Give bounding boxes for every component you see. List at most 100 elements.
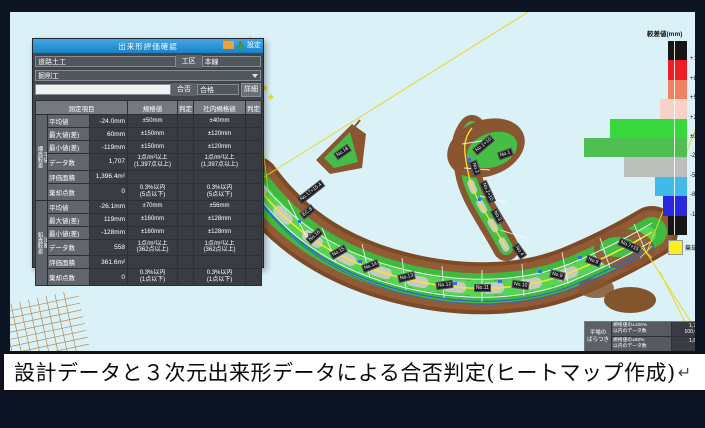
- table-cell: 1,707: [90, 154, 128, 171]
- reject-point-swatch: [668, 240, 683, 255]
- table-cell: [178, 226, 194, 239]
- legend-tick: +100: [690, 56, 695, 62]
- table-cell: [194, 170, 246, 183]
- legend-band: [668, 60, 687, 79]
- legend-tick: +50: [690, 95, 695, 101]
- table-cell: [178, 183, 194, 200]
- legend-band: [668, 177, 687, 196]
- table-cell: [246, 256, 262, 269]
- stats-row: 規格値の±100% 以内のデータ数1,707100.0%: [612, 322, 695, 337]
- section-label: 工区: [176, 55, 202, 68]
- export-folder-icon[interactable]: [223, 41, 234, 49]
- table-cell: [178, 128, 194, 141]
- detail-button[interactable]: 詳細: [241, 83, 261, 97]
- table-cell: 平均値: [48, 115, 90, 128]
- tin-mesh: [10, 289, 90, 351]
- evaluation-dialog: 出来形評価確認 設定 道路土工 工区 本線 掘削工: [32, 38, 264, 268]
- legend-band: [668, 157, 687, 176]
- table-cell: [178, 115, 194, 128]
- return-mark-icon: ↵: [678, 363, 691, 382]
- measurement-table-body: 平場 標高較差平均値-24.0mm±50mm±40mm最大値(差)60mm±15…: [36, 115, 262, 286]
- table-row: 最小値(差)-119mm±150mm±120mm: [36, 141, 262, 154]
- table-cell: ±120mm: [194, 128, 246, 141]
- legend-color-bar: [668, 41, 687, 235]
- table-cell: [246, 213, 262, 226]
- stats-row-label: 規格値の±100% 以内のデータ数: [612, 322, 672, 336]
- legend-band: [668, 99, 687, 118]
- work-type-field[interactable]: 道路土工: [35, 56, 176, 67]
- caption-bar: 設計データと３次元出来形データによる合否判定(ヒートマップ作成) ↵: [2, 352, 705, 392]
- heatmap-legend: 較差値(mm) 棄却点 +100+80+50+20±0-20-50-80-100: [646, 28, 695, 263]
- settings-button[interactable]: 設定: [247, 40, 261, 50]
- stats-rows: 規格値の±100% 以内のデータ数1,707100.0%規格値の±50% 以内の…: [612, 322, 695, 351]
- pass-fail-label: 合否: [171, 83, 197, 96]
- group-label: 法面 鉛直較差: [36, 200, 48, 286]
- table-cell: -26.1mm: [90, 200, 128, 213]
- table-cell: [178, 154, 194, 171]
- dialog-titlebar[interactable]: 出来形評価確認 設定: [33, 39, 263, 53]
- table-cell: [246, 269, 262, 286]
- table-row: 最小値(差)-128mm±160mm ±128mm: [36, 226, 262, 239]
- table-cell: 0.3%以内 (1点以下): [128, 269, 178, 286]
- legend-tick: -50: [690, 173, 695, 179]
- table-cell: 60mm: [90, 128, 128, 141]
- table-cell: ±128mm: [194, 226, 246, 239]
- table-cell: ±160mm: [128, 226, 178, 239]
- histogram-bar: [584, 138, 668, 157]
- header-spec: 規格値: [128, 101, 178, 115]
- header-internal-spec: 社内規格値: [194, 101, 246, 115]
- table-cell: [246, 141, 262, 154]
- table-cell: 361.6m²: [90, 256, 128, 269]
- table-cell: ±120mm: [194, 141, 246, 154]
- table-cell: -24.0mm: [90, 115, 128, 128]
- table-cell: [178, 213, 194, 226]
- table-cell: 最小値(差): [48, 141, 90, 154]
- table-cell: ±128mm: [194, 213, 246, 226]
- table-cell: ±40mm: [194, 115, 246, 128]
- table-cell: ±56mm: [194, 200, 246, 213]
- legend-tick: +20: [690, 115, 695, 121]
- histogram-bar: [610, 119, 668, 138]
- legend-band: [668, 216, 687, 235]
- table-cell: [246, 239, 262, 256]
- table-cell: [178, 256, 194, 269]
- table-cell: 119mm: [90, 213, 128, 226]
- stats-side-label: 平場の ばらつき: [585, 322, 612, 351]
- stats-row-value: 1,707100.0%: [672, 322, 695, 336]
- table-cell: 平均値: [48, 200, 90, 213]
- table-row: データ数5581点/m²以上 (362点以上)1点/m²以上 (362点以上): [36, 239, 262, 256]
- table-cell: 558: [90, 239, 128, 256]
- table-cell: [246, 154, 262, 171]
- legend-band: [668, 138, 687, 157]
- measurement-table: 測定項目 規格値 判定 社内規格値 判定 平場 標高較差平均値-24.0mm±5…: [35, 100, 262, 286]
- table-cell: [246, 170, 262, 183]
- table-row: 棄却点数00.3%以内 (1点以下)0.3%以内 (1点以下): [36, 269, 262, 286]
- legend-band: [668, 119, 687, 138]
- table-row: 最大値(差)119mm±160mm±128mm: [36, 213, 262, 226]
- table-cell: -119mm: [90, 141, 128, 154]
- category-dropdown[interactable]: 掘削工: [35, 70, 261, 81]
- station-input[interactable]: [35, 84, 171, 95]
- table-cell: 最小値(差): [48, 226, 90, 239]
- legend-tick: ±0: [690, 134, 695, 140]
- table-cell: [128, 256, 178, 269]
- header-item: 測定項目: [36, 101, 128, 115]
- app-viewport[interactable]: No.17+15.4EC.8No.16No.15No.14No.13No.12N…: [10, 12, 695, 351]
- chevron-down-icon[interactable]: [252, 74, 258, 78]
- table-cell: データ数: [48, 154, 90, 171]
- table-cell: [246, 226, 262, 239]
- table-cell: 最大値(差): [48, 213, 90, 226]
- section-field[interactable]: 本線: [202, 56, 261, 67]
- table-cell: -128mm: [90, 226, 128, 239]
- table-cell: ±50mm: [128, 115, 178, 128]
- table-cell: ±70mm: [128, 200, 178, 213]
- table-cell: [246, 183, 262, 200]
- legend-tick: -20: [690, 153, 695, 159]
- histogram-bar: [660, 99, 668, 118]
- settings-person-icon[interactable]: [237, 41, 244, 50]
- table-cell: 1,396.4m²: [90, 170, 128, 183]
- table-row: 評価面積361.6m²: [36, 256, 262, 269]
- table-cell: [246, 200, 262, 213]
- table-cell: [178, 170, 194, 183]
- flat-variance-stats: 平場の ばらつき 規格値の±100% 以内のデータ数1,707100.0%規格値…: [584, 321, 695, 351]
